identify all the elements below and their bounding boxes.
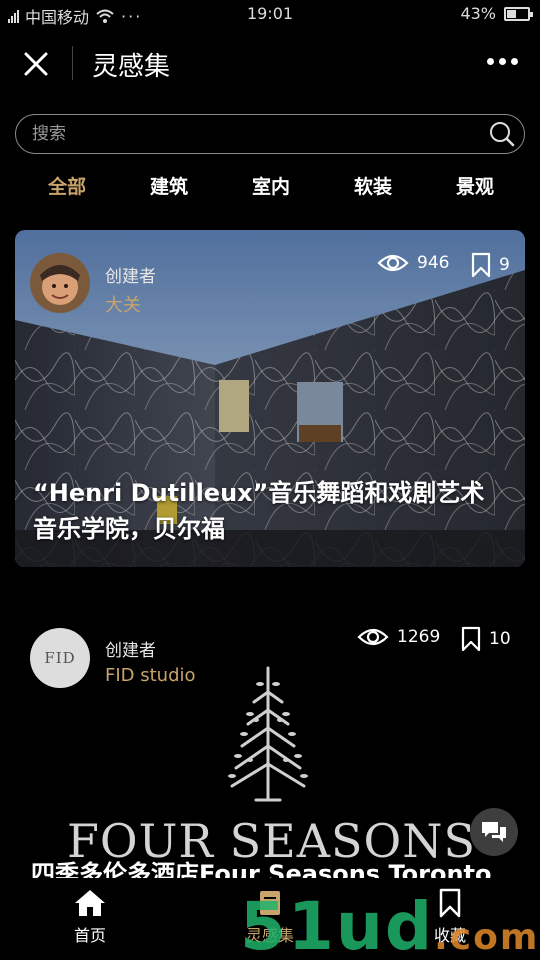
avatar-image (30, 253, 90, 313)
battery-icon (504, 6, 533, 21)
home-icon (75, 890, 105, 916)
tab-architecture[interactable]: 建筑 (150, 172, 188, 199)
bookmarks-count: 9 (499, 255, 510, 275)
card-title[interactable]: “Henri Dutilleux”音乐舞蹈和戏剧艺术 音乐学院，贝尔福 (33, 475, 484, 547)
eye-icon (377, 254, 409, 272)
battery-fill (507, 9, 516, 18)
watermark-suffix: .com (434, 917, 540, 958)
tab-home-label: 首页 (73, 926, 106, 945)
bookmarks-count: 10 (489, 629, 511, 649)
nav-divider (72, 46, 73, 80)
creator-role: 创建者 (105, 641, 156, 661)
bookmarks-stat[interactable]: 10 (461, 626, 511, 652)
chat-button[interactable] (470, 808, 518, 856)
tree-logo-icon (228, 666, 308, 802)
search-input[interactable] (32, 115, 472, 152)
chat-icon (482, 822, 506, 842)
views-count: 946 (417, 253, 450, 273)
creator-role: 创建者 (105, 267, 156, 287)
creator-name[interactable]: FID studio (105, 665, 196, 686)
views-count: 1269 (397, 627, 441, 647)
card-title-line-2: 音乐学院，贝尔福 (33, 515, 225, 543)
views-stat: 946 (377, 252, 449, 274)
more-menu-icon[interactable] (487, 58, 518, 65)
tab-soft-furnishing[interactable]: 软装 (354, 172, 392, 199)
status-bar: 中国移动 ··· 19:01 43% (0, 0, 540, 28)
inspiration-card[interactable]: 创建者 大关 946 9 “Henri Dutilleux”音乐舞蹈和戏剧艺术 … (15, 230, 525, 567)
site-watermark: 51ud.com (240, 888, 539, 960)
nav-bar: 灵感集 (0, 28, 540, 98)
bookmark-icon[interactable] (471, 252, 491, 278)
inspiration-card[interactable]: FID 创建者 FID studio 1269 10 FOUR SEASONS … (15, 598, 525, 878)
eye-icon (357, 628, 389, 646)
tab-landscape[interactable]: 景观 (456, 172, 494, 199)
search-bar[interactable] (15, 114, 525, 154)
avatar[interactable]: FID (30, 628, 90, 688)
battery-percent: 43% (460, 4, 496, 23)
views-stat: 1269 (357, 626, 440, 648)
tab-interior[interactable]: 室内 (252, 172, 290, 199)
bookmark-icon[interactable] (461, 626, 481, 652)
watermark-main: 51ud (240, 888, 435, 960)
status-right: 43% (460, 4, 533, 23)
search-icon[interactable] (488, 120, 516, 148)
creator-name[interactable]: 大关 (105, 291, 141, 317)
avatar[interactable] (30, 253, 90, 313)
bookmarks-stat[interactable]: 9 (471, 252, 510, 278)
page-title: 灵感集 (92, 52, 171, 82)
clock: 19:01 (246, 4, 294, 23)
card-title-line-1: “Henri Dutilleux”音乐舞蹈和戏剧艺术 (33, 479, 485, 507)
tab-all[interactable]: 全部 (48, 172, 86, 199)
close-icon[interactable] (20, 48, 52, 80)
category-tabs: 全部 建筑 室内 软装 景观 (0, 172, 540, 208)
tab-home[interactable]: 首页 (40, 888, 140, 946)
card-title[interactable]: 四季多伦多酒店Four Seasons Toronto (31, 854, 492, 878)
